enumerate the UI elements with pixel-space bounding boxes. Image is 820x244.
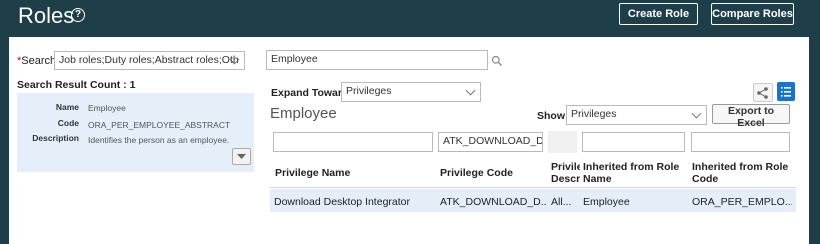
network-icon xyxy=(757,87,768,99)
list-view-button[interactable] xyxy=(777,82,795,101)
column-header-text: Privilege Name xyxy=(275,167,351,179)
expand-toward-value: Privileges xyxy=(346,85,392,97)
search-label-text: Search xyxy=(21,55,57,67)
search-keyword-value: Employee xyxy=(271,53,318,65)
name-value: Employee xyxy=(88,103,126,113)
page-title: Roles xyxy=(18,3,75,28)
description-value: Identifies the person as an employee. xyxy=(88,135,230,145)
column-header-inherited-role-code[interactable]: Inherited from Role Code xyxy=(692,161,788,185)
expand-toward-select[interactable]: Privileges xyxy=(341,82,481,102)
help-icon[interactable]: ? xyxy=(71,8,85,22)
share-button[interactable] xyxy=(753,83,773,102)
create-role-button[interactable]: Create Role xyxy=(619,3,698,25)
search-label: *Search xyxy=(17,55,56,67)
cell-inherited-role-name: Employee xyxy=(583,196,630,208)
cell-inherited-role-code: ORA_PER_EMPLO... xyxy=(692,196,792,208)
filter-inherited-role-name[interactable] xyxy=(582,132,685,152)
name-key: Name xyxy=(55,102,79,112)
column-header-privilege-description[interactable]: Privile Descri xyxy=(551,161,580,185)
column-header-text: Privilege Code xyxy=(440,167,513,179)
role-types-select[interactable]: Job roles;Duty roles;Abstract roles;Oth xyxy=(54,51,245,70)
search-icon[interactable] xyxy=(491,55,503,67)
description-key: Description xyxy=(32,133,79,143)
column-header-text: Name xyxy=(583,173,612,185)
header-divider xyxy=(270,187,796,188)
filter-privilege-name[interactable] xyxy=(273,132,433,152)
show-value: Privileges xyxy=(571,108,617,120)
column-header-text: Inherited from Role xyxy=(692,161,789,173)
show-select[interactable]: Privileges xyxy=(566,105,707,125)
cell-privilege-description: All... xyxy=(551,196,572,208)
code-key: Code xyxy=(57,118,79,128)
code-value: ORA_PER_EMPLOYEE_ABSTRACT xyxy=(88,120,231,130)
search-result-card[interactable]: Name Employee Code ORA_PER_EMPLOYEE_ABST… xyxy=(17,93,254,172)
list-icon xyxy=(781,87,791,97)
result-count: Search Result Count : 1 xyxy=(17,79,136,91)
column-header-privilege-name[interactable]: Privilege Name xyxy=(275,167,350,179)
chevron-down-icon xyxy=(691,108,702,119)
cell-privilege-name: Download Desktop Integrator xyxy=(274,196,410,208)
filter-inherited-role-code[interactable] xyxy=(691,132,790,152)
filter-value: ATK_DOWNLOAD_DES xyxy=(443,135,543,147)
filter-description-empty xyxy=(548,131,577,153)
caret-down-icon xyxy=(237,154,246,159)
column-header-inherited-role-name[interactable]: Inherited from Role Name xyxy=(583,161,679,185)
search-keyword-input[interactable]: Employee xyxy=(266,50,488,70)
column-header-privilege-code[interactable]: Privilege Code xyxy=(440,167,513,179)
detail-title: Employee xyxy=(270,105,337,122)
show-label: Show xyxy=(537,110,565,122)
export-to-excel-button[interactable]: Export to Excel xyxy=(712,104,790,129)
filter-privilege-code[interactable]: ATK_DOWNLOAD_DES xyxy=(438,132,543,152)
column-header-text: Inherited from Role xyxy=(583,161,680,173)
cell-privilege-code: ATK_DOWNLOAD_D... xyxy=(440,196,547,208)
column-header-text: Privile xyxy=(551,161,580,173)
compare-roles-button[interactable]: Compare Roles xyxy=(711,3,794,25)
chevron-down-icon xyxy=(465,85,476,96)
expand-card-button[interactable] xyxy=(232,148,251,165)
role-types-value: Job roles;Duty roles;Abstract roles;Oth xyxy=(59,54,239,66)
expand-toward-label: Expand Toward xyxy=(271,87,349,99)
column-header-text: Descri xyxy=(551,173,580,185)
column-header-text: Code xyxy=(692,173,719,185)
